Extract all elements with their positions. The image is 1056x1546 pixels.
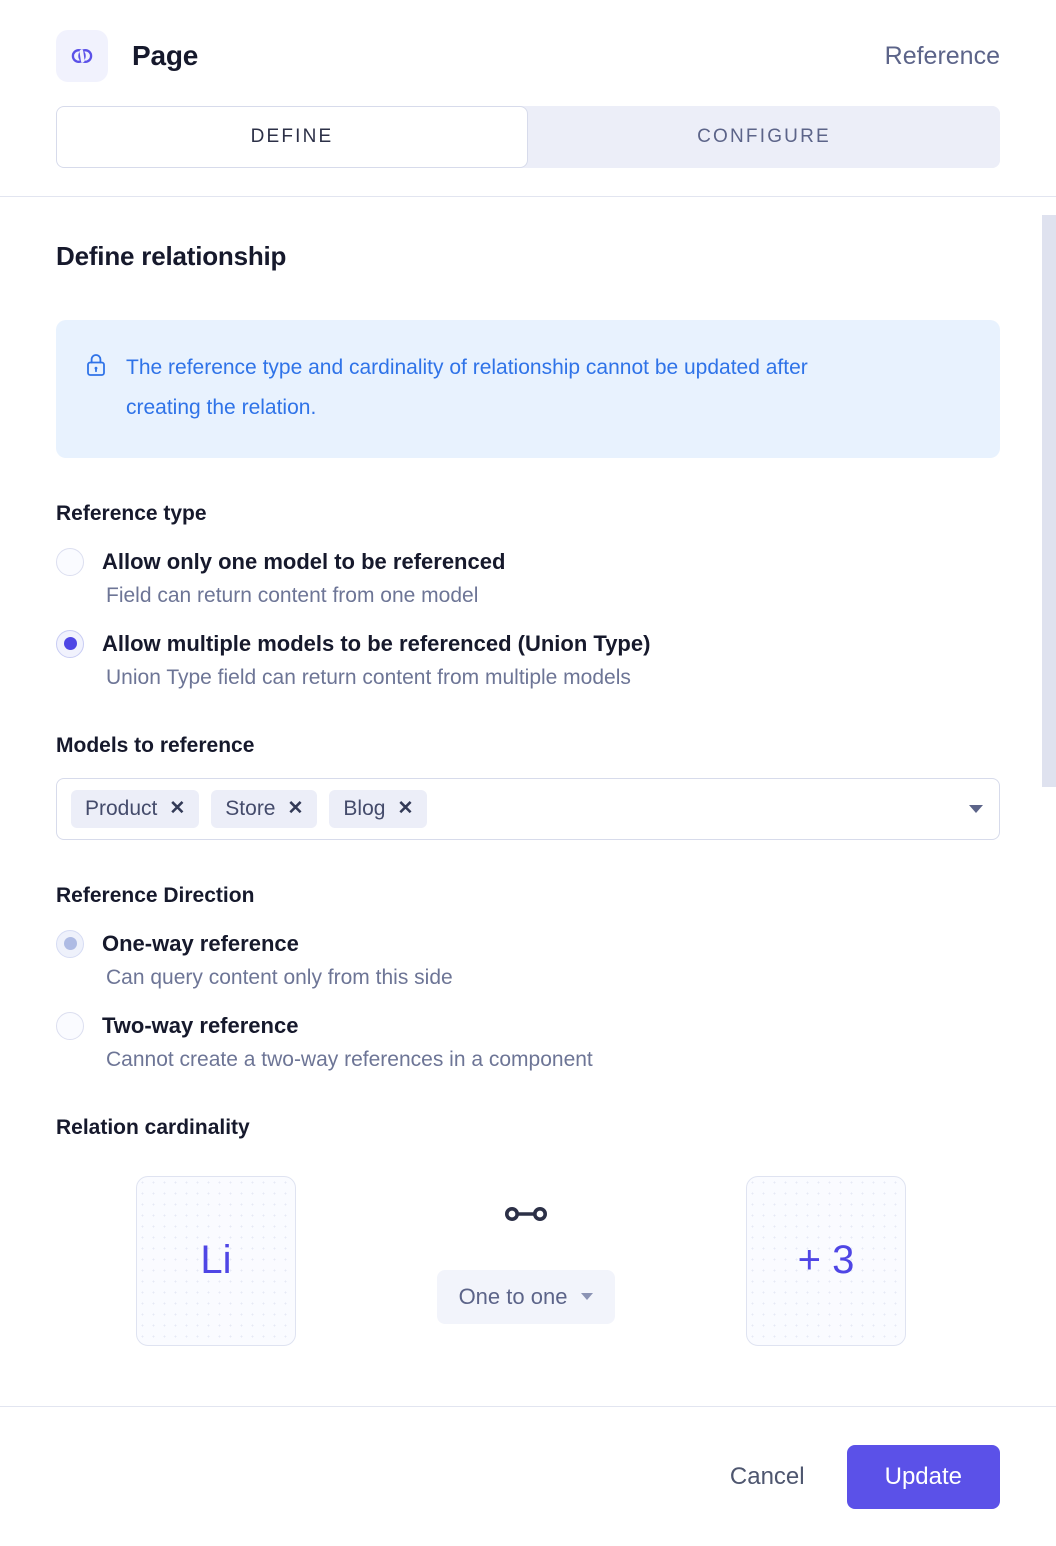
radio-desc-two-way: Cannot create a two-way references in a … bbox=[106, 1048, 1000, 1072]
models-to-reference-group: Models to reference Product ✕ Store ✕ Bl… bbox=[56, 734, 1000, 840]
page-title: Page bbox=[132, 40, 198, 72]
info-banner-text: The reference type and cardinality of re… bbox=[126, 348, 886, 428]
update-button[interactable]: Update bbox=[847, 1445, 1000, 1509]
radio-button-union-type[interactable] bbox=[56, 630, 84, 658]
dialog-footer: Cancel Update bbox=[0, 1406, 1056, 1546]
chip-blog[interactable]: Blog ✕ bbox=[329, 790, 427, 828]
radio-desc-one-model: Field can return content from one model bbox=[106, 584, 1000, 608]
chevron-down-icon[interactable] bbox=[581, 1293, 593, 1300]
cardinality-card-left[interactable]: Li bbox=[136, 1176, 296, 1346]
reference-type-label: Reference type bbox=[56, 502, 1000, 526]
cardinality-dropdown[interactable]: One to one bbox=[437, 1270, 616, 1324]
close-icon[interactable]: ✕ bbox=[288, 799, 304, 818]
section-title: Define relationship bbox=[56, 241, 1000, 272]
radio-button-two-way[interactable] bbox=[56, 1012, 84, 1040]
relation-cardinality-group: Relation cardinality Li One to one bbox=[56, 1116, 1000, 1366]
radio-label-two-way: Two-way reference bbox=[102, 1013, 298, 1039]
models-multiselect[interactable]: Product ✕ Store ✕ Blog ✕ bbox=[56, 778, 1000, 840]
radio-button-one-model[interactable] bbox=[56, 548, 84, 576]
radio-line: One-way reference bbox=[56, 930, 1000, 958]
close-icon[interactable]: ✕ bbox=[169, 799, 185, 818]
chip-label: Product bbox=[85, 797, 157, 821]
one-to-one-link-icon bbox=[504, 1194, 548, 1234]
scrollbar-track[interactable] bbox=[1042, 197, 1056, 1406]
relation-cardinality-label: Relation cardinality bbox=[56, 1116, 1000, 1140]
field-type-label: Reference bbox=[885, 42, 1000, 71]
chip-label: Blog bbox=[343, 797, 385, 821]
radio-option-two-way[interactable]: Two-way reference Cannot create a two-wa… bbox=[56, 1012, 1000, 1072]
chip-store[interactable]: Store ✕ bbox=[211, 790, 317, 828]
tab-configure[interactable]: CONFIGURE bbox=[528, 106, 1000, 168]
radio-desc-union-type: Union Type field can return content from… bbox=[106, 666, 1000, 690]
dialog-body: Define relationship The reference type a… bbox=[0, 197, 1056, 1406]
reference-type-group: Reference type Allow only one model to b… bbox=[56, 502, 1000, 690]
reference-field-dialog: Page Reference DEFINE CONFIGURE Define r… bbox=[0, 0, 1056, 1546]
radio-option-union-type[interactable]: Allow multiple models to be referenced (… bbox=[56, 630, 1000, 690]
radio-label-one-way: One-way reference bbox=[102, 931, 299, 957]
radio-line: Allow only one model to be referenced bbox=[56, 548, 1000, 576]
cardinality-dropdown-value: One to one bbox=[459, 1284, 568, 1310]
dialog-body-scroll-area: Define relationship The reference type a… bbox=[0, 197, 1056, 1406]
cardinality-card-right[interactable]: + 3 bbox=[746, 1176, 906, 1346]
radio-label-union-type: Allow multiple models to be referenced (… bbox=[102, 631, 650, 657]
radio-line: Allow multiple models to be referenced (… bbox=[56, 630, 1000, 658]
tab-bar: DEFINE CONFIGURE bbox=[56, 106, 1000, 168]
radio-option-one-model[interactable]: Allow only one model to be referenced Fi… bbox=[56, 548, 1000, 608]
close-icon[interactable]: ✕ bbox=[397, 799, 413, 818]
selected-model-chips: Product ✕ Store ✕ Blog ✕ bbox=[71, 790, 957, 828]
models-to-reference-label: Models to reference bbox=[56, 734, 1000, 758]
radio-button-one-way[interactable] bbox=[56, 930, 84, 958]
dialog-header: Page Reference DEFINE CONFIGURE bbox=[0, 0, 1056, 197]
lock-icon bbox=[84, 348, 108, 383]
tab-define[interactable]: DEFINE bbox=[56, 106, 528, 168]
scrollbar-thumb[interactable] bbox=[1042, 215, 1056, 787]
cardinality-connector: One to one bbox=[416, 1194, 636, 1324]
cardinality-diagram: Li One to one bbox=[56, 1176, 1000, 1366]
header-row: Page Reference bbox=[56, 24, 1000, 88]
chevron-down-icon[interactable] bbox=[969, 805, 983, 813]
reference-direction-group: Reference Direction One-way reference Ca… bbox=[56, 884, 1000, 1072]
radio-line: Two-way reference bbox=[56, 1012, 1000, 1040]
chip-label: Store bbox=[225, 797, 275, 821]
radio-desc-one-way: Can query content only from this side bbox=[106, 966, 1000, 990]
cancel-button[interactable]: Cancel bbox=[730, 1463, 805, 1491]
link-icon bbox=[56, 30, 108, 82]
reference-direction-label: Reference Direction bbox=[56, 884, 1000, 908]
radio-option-one-way[interactable]: One-way reference Can query content only… bbox=[56, 930, 1000, 990]
radio-label-one-model: Allow only one model to be referenced bbox=[102, 549, 505, 575]
info-banner: The reference type and cardinality of re… bbox=[56, 320, 1000, 458]
chip-product[interactable]: Product ✕ bbox=[71, 790, 199, 828]
